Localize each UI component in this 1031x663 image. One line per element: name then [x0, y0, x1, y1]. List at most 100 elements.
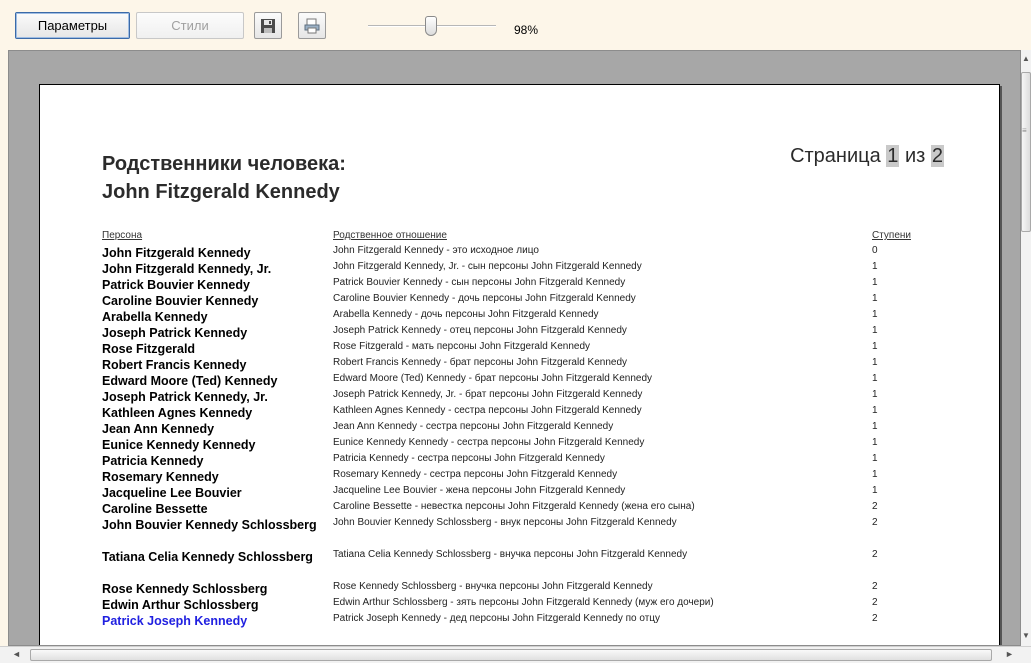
person-name: Rose Kennedy Schlossberg	[102, 582, 268, 596]
table-row: Caroline Bessette Caroline Bessette - нев…	[102, 500, 982, 516]
vertical-scroll-thumb[interactable]	[1021, 72, 1031, 232]
person-name: John Fitzgerald Kennedy	[102, 246, 251, 260]
table-row: Rosemary Kennedy Rosemary Kennedy - сестр…	[102, 468, 982, 484]
relation-text: Tatiana Celia Kennedy Schlossberg - внуч…	[333, 549, 688, 560]
report-title-line2: John Fitzgerald Kennedy	[102, 181, 340, 203]
page-sep: из	[904, 145, 926, 167]
person-name: Arabella Kennedy	[102, 310, 208, 324]
degree-value: 2	[872, 549, 878, 560]
person-name: Robert Francis Kennedy	[102, 358, 247, 372]
degree-value: 1	[872, 357, 878, 368]
report-title-line1: Родственники человека:	[102, 153, 346, 175]
person-name: John Fitzgerald Kennedy, Jr.	[102, 262, 272, 276]
table-row: Joseph Patrick Kennedy, Jr. Joseph Patric…	[102, 388, 982, 404]
relation-text: Joseph Patrick Kennedy, Jr. - брат персо…	[333, 389, 643, 400]
person-name: Kathleen Agnes Kennedy	[102, 406, 253, 420]
person-name: Rosemary Kennedy	[102, 470, 219, 484]
zoom-level: 98%	[514, 23, 539, 37]
toolbar: Параметры Стили 98%	[0, 0, 1031, 50]
degree-value: 1	[872, 261, 878, 272]
table-row: Arabella Kennedy Arabella Kennedy - дочь …	[102, 308, 982, 324]
person-name: Eunice Kennedy Kennedy	[102, 438, 256, 452]
vertical-scrollbar[interactable]: ▲ ≡ ▼	[1021, 50, 1031, 646]
styles-button[interactable]: Стили	[136, 12, 244, 39]
degree-value: 1	[872, 485, 878, 496]
relation-text: Robert Francis Kennedy - брат персоны Jo…	[333, 357, 628, 368]
column-header-person: Персона	[102, 230, 143, 241]
grip-icon: ≡	[1022, 126, 1027, 135]
degree-value: 2	[872, 517, 878, 528]
person-name: Rose Fitzgerald	[102, 342, 196, 356]
person-name: Jean Ann Kennedy	[102, 422, 215, 436]
report-page: Родственники человека: John Fitzgerald K…	[39, 84, 1000, 645]
degree-value: 1	[872, 309, 878, 320]
relation-text: Arabella Kennedy - дочь персоны John Fit…	[333, 309, 599, 320]
table-row: Jean Ann Kennedy Jean Ann Kennedy - сестр…	[102, 420, 982, 436]
print-button[interactable]	[298, 12, 326, 39]
relation-text: Jean Ann Kennedy - сестра персоны John F…	[333, 421, 614, 432]
save-button[interactable]	[254, 12, 282, 39]
column-header-relation: Родственное отношение	[333, 230, 447, 241]
degree-value: 2	[872, 597, 878, 608]
report-viewer: Родственники человека: John Fitzgerald K…	[8, 50, 1021, 646]
table-row: Jacqueline Lee Bouvier Jacqueline Lee Bou…	[102, 484, 982, 500]
relation-text: Rosemary Kennedy - сестра персоны John F…	[333, 469, 618, 480]
degree-value: 2	[872, 581, 878, 592]
degree-value: 1	[872, 469, 878, 480]
scroll-up-icon[interactable]: ▲	[1022, 54, 1030, 63]
relation-text: Caroline Bouvier Kennedy - дочь персоны …	[333, 293, 636, 304]
person-name[interactable]: Patrick Joseph Kennedy	[102, 613, 330, 629]
degree-value: 1	[872, 421, 878, 432]
degree-value: 1	[872, 341, 878, 352]
person-name: Tatiana Celia Kennedy Schlossberg	[102, 550, 313, 564]
page-indicator: Страница 1 из 2	[790, 145, 944, 168]
relation-text: Caroline Bessette - невестка персоны Joh…	[333, 501, 695, 512]
relation-text: Eunice Kennedy Kennedy - сестра персоны …	[333, 437, 645, 448]
table-row: Joseph Patrick Kennedy Joseph Patrick Ken…	[102, 324, 982, 340]
degree-value: 1	[872, 373, 878, 384]
person-name: Jacqueline Lee Bouvier	[102, 486, 242, 500]
table-row: Robert Francis Kennedy Robert Francis Ken…	[102, 356, 982, 372]
page-prefix: Страница	[790, 145, 881, 167]
page-current: 1	[886, 145, 900, 167]
scroll-left-icon[interactable]: ◄	[12, 649, 21, 659]
table-row: Edward Moore (Ted) Kennedy Edward Moore (…	[102, 372, 982, 388]
page-total: 2	[930, 145, 944, 167]
table-row: Kathleen Agnes Kennedy Kathleen Agnes Ken…	[102, 404, 982, 420]
printer-icon	[304, 18, 320, 33]
relation-text: John Fitzgerald Kennedy - это исходное л…	[333, 245, 539, 256]
table-row: Eunice Kennedy Kennedy Eunice Kennedy Ken…	[102, 436, 982, 452]
horizontal-scrollbar[interactable]: ◄ ►	[0, 646, 1031, 663]
degree-value: 0	[872, 245, 878, 256]
table-row: John Fitzgerald Kennedy, Jr. John Fitzger…	[102, 260, 982, 276]
relation-text: Rose Fitzgerald - мать персоны John Fitz…	[333, 341, 591, 352]
zoom-slider[interactable]	[368, 14, 496, 38]
params-button[interactable]: Параметры	[15, 12, 130, 39]
person-name: Joseph Patrick Kennedy	[102, 326, 248, 340]
person-name: Joseph Patrick Kennedy, Jr.	[102, 390, 268, 404]
zoom-slider-thumb[interactable]	[425, 16, 437, 36]
horizontal-scroll-thumb[interactable]	[30, 649, 992, 661]
relation-text: Edwin Arthur Schlossberg - зять персоны …	[333, 597, 714, 608]
relation-text: John Fitzgerald Kennedy, Jr. - сын персо…	[333, 261, 642, 272]
scroll-right-icon[interactable]: ►	[1005, 649, 1014, 659]
relation-text: Jacqueline Lee Bouvier - жена персоны Jo…	[333, 485, 626, 496]
table-row: Rose Kennedy Schlossberg Rose Kennedy Sch…	[102, 580, 982, 596]
table-row: Rose Fitzgerald Rose Fitzgerald - мать пе…	[102, 340, 982, 356]
degree-value: 1	[872, 437, 878, 448]
degree-value: 2	[872, 501, 878, 512]
person-name: Caroline Bouvier Kennedy	[102, 294, 259, 308]
relation-text: Kathleen Agnes Kennedy - сестра персоны …	[333, 405, 642, 416]
degree-value: 1	[872, 325, 878, 336]
table-row: John Bouvier Kennedy Schlossberg John Bou…	[102, 516, 982, 548]
report-title: Родственники человека: John Fitzgerald K…	[102, 150, 346, 206]
scroll-down-icon[interactable]: ▼	[1022, 631, 1030, 640]
degree-value: 1	[872, 405, 878, 416]
column-header-degree: Ступени	[872, 230, 911, 241]
person-name: Patricia Kennedy	[102, 454, 204, 468]
table-row: Edwin Arthur Schlossberg Edwin Arthur Sch…	[102, 596, 982, 612]
degree-value: 1	[872, 277, 878, 288]
degree-value: 1	[872, 453, 878, 464]
degree-value: 1	[872, 389, 878, 400]
relation-text: John Bouvier Kennedy Schlossberg - внук …	[333, 517, 677, 528]
